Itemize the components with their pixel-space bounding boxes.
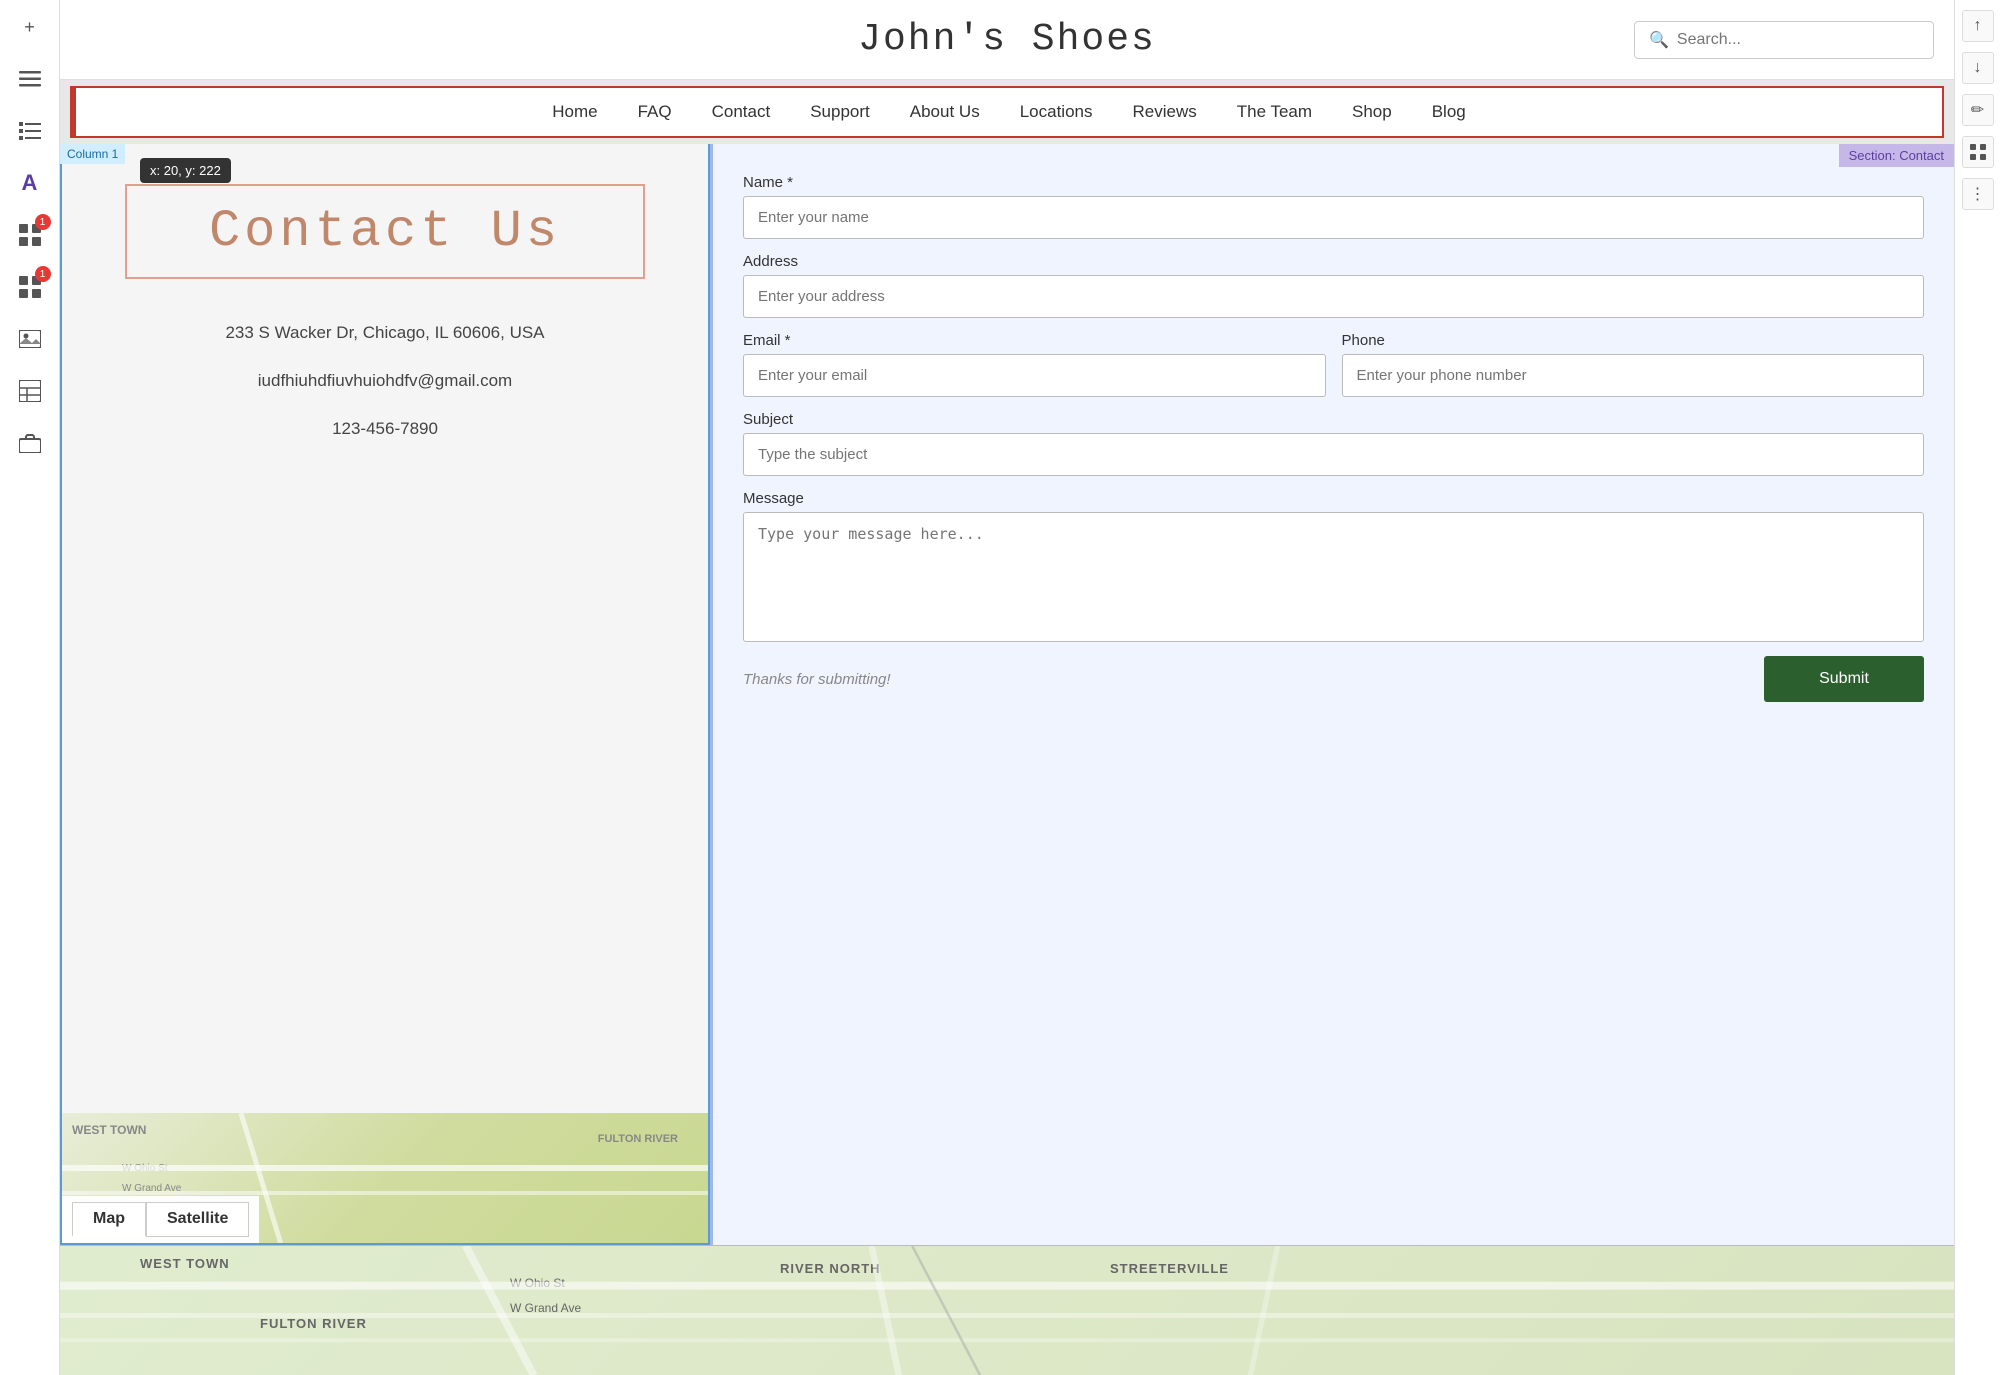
right-sidebar-pen-icon[interactable]: ✏	[1962, 94, 1994, 126]
nav-about[interactable]: About Us	[910, 102, 980, 122]
sidebar-image-icon[interactable]	[13, 322, 47, 356]
form-label-message: Message	[743, 490, 1924, 507]
nav-blog[interactable]: Blog	[1432, 102, 1466, 122]
form-label-address: Address	[743, 253, 1924, 270]
form-group-phone: Phone	[1342, 332, 1925, 397]
site-title: John's Shoes	[858, 18, 1156, 61]
form-label-name: Name *	[743, 174, 1924, 191]
right-sidebar-dots-icon[interactable]: ⋮	[1962, 178, 1994, 210]
map-tab-satellite[interactable]: Satellite	[146, 1202, 249, 1237]
form-label-phone: Phone	[1342, 332, 1925, 349]
sidebar-list-icon[interactable]	[13, 114, 47, 148]
form-input-address[interactable]	[743, 275, 1924, 318]
thanks-text: Thanks for submitting!	[743, 671, 891, 688]
navbar: Home FAQ Contact Support About Us Locati…	[70, 86, 1944, 138]
coord-tooltip: x: 20, y: 222	[140, 158, 231, 183]
form-input-phone[interactable]	[1342, 354, 1925, 397]
section-label: Section: Contact	[1839, 144, 1954, 167]
sidebar-briefcase-icon[interactable]	[13, 426, 47, 460]
nav-links: Home FAQ Contact Support About Us Locati…	[76, 92, 1942, 132]
header: John's Shoes 🔍	[60, 0, 1954, 80]
badge-apps: 1	[35, 214, 51, 230]
right-sidebar-grid-icon[interactable]	[1962, 136, 1994, 168]
left-sidebar: + A 1 1	[0, 0, 60, 1375]
map-tab-map[interactable]: Map	[72, 1202, 146, 1237]
nav-faq[interactable]: FAQ	[638, 102, 672, 122]
content-area: Column 1 Section: Contact x: 20, y: 222 …	[60, 144, 1954, 1375]
main-content: John's Shoes 🔍 Home FAQ Contact Support …	[60, 0, 1954, 1375]
left-column: Contact Us 233 S Wacker Dr, Chicago, IL …	[60, 144, 710, 1245]
search-icon: 🔍	[1649, 30, 1669, 50]
column-label: Column 1	[60, 144, 125, 164]
sidebar-apps-icon[interactable]: 1	[13, 218, 47, 252]
contact-email: iudfhiuhdfiuvhuiohdfv@gmail.com	[258, 371, 512, 391]
sidebar-table-icon[interactable]	[13, 374, 47, 408]
search-input[interactable]	[1677, 31, 1919, 49]
form-label-subject: Subject	[743, 411, 1924, 428]
form-group-message: Message	[743, 490, 1924, 642]
sidebar-widgets-icon[interactable]: 1	[13, 270, 47, 304]
nav-home[interactable]: Home	[552, 102, 597, 122]
form-group-subject: Subject	[743, 411, 1924, 476]
contact-us-title: Contact Us	[167, 202, 603, 261]
form-group-name: Name *	[743, 174, 1924, 239]
nav-reviews[interactable]: Reviews	[1132, 102, 1196, 122]
form-group-email: Email *	[743, 332, 1326, 397]
right-sidebar: ↑ ↓ ✏ ⋮	[1954, 0, 2000, 1375]
form-input-name[interactable]	[743, 196, 1924, 239]
contact-address: 233 S Wacker Dr, Chicago, IL 60606, USA	[225, 323, 544, 343]
form-textarea-message[interactable]	[743, 512, 1924, 642]
nav-team[interactable]: The Team	[1237, 102, 1312, 122]
sidebar-menu-icon[interactable]	[13, 62, 47, 96]
right-sidebar-arrow-down[interactable]: ↓	[1962, 52, 1994, 84]
contact-phone: 123-456-7890	[332, 419, 438, 439]
right-column-form: Name * Address Email * Phone	[710, 144, 1954, 1245]
two-col-layout: Contact Us 233 S Wacker Dr, Chicago, IL …	[60, 144, 1954, 1245]
nav-locations[interactable]: Locations	[1020, 102, 1093, 122]
form-input-email[interactable]	[743, 354, 1326, 397]
nav-shop[interactable]: Shop	[1352, 102, 1392, 122]
badge-widgets: 1	[35, 266, 51, 282]
contact-us-box: Contact Us	[125, 184, 645, 279]
right-sidebar-arrow-up[interactable]: ↑	[1962, 10, 1994, 42]
search-bar[interactable]: 🔍	[1634, 21, 1934, 59]
nav-contact[interactable]: Contact	[712, 102, 771, 122]
form-label-email: Email *	[743, 332, 1326, 349]
sidebar-font-icon[interactable]: A	[13, 166, 47, 200]
sidebar-plus-icon[interactable]: +	[13, 10, 47, 44]
form-row-email-phone: Email * Phone	[743, 332, 1924, 397]
submit-button[interactable]: Submit	[1764, 656, 1924, 702]
form-group-address: Address	[743, 253, 1924, 318]
nav-support[interactable]: Support	[810, 102, 870, 122]
form-input-subject[interactable]	[743, 433, 1924, 476]
